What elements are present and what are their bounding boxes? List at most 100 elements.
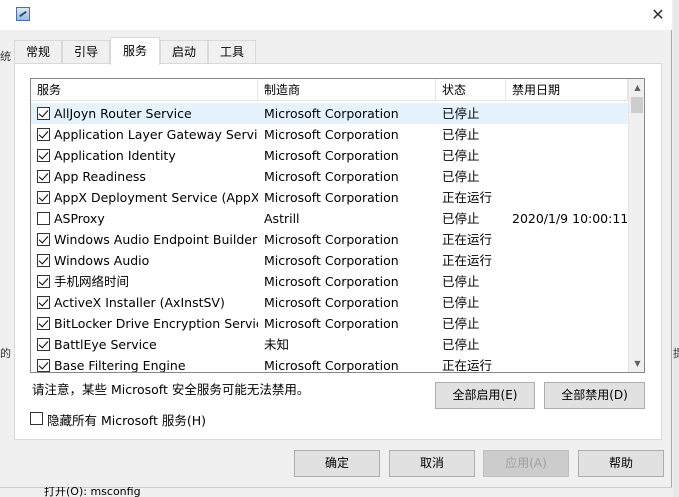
- service-status: 已停止: [442, 316, 480, 331]
- table-row[interactable]: ActiveX Installer (AxInstSV) Microsoft Co…: [31, 292, 628, 313]
- scroll-thumb[interactable]: [631, 97, 643, 113]
- close-icon[interactable]: ✕: [646, 4, 670, 26]
- service-name: Application Layer Gateway Service: [54, 127, 258, 142]
- service-disabled-date: [512, 313, 628, 334]
- security-note: 请注意，某些 Microsoft 安全服务可能无法禁用。: [32, 382, 310, 397]
- table-row[interactable]: Windows Audio Microsoft Corporation 正在运行: [31, 250, 628, 271]
- service-disabled-date: [512, 334, 628, 355]
- service-manufacturer: Microsoft Corporation: [264, 295, 399, 310]
- enable-all-button[interactable]: 全部启用(E): [435, 382, 535, 409]
- service-checkbox[interactable]: [37, 128, 50, 141]
- service-name: 手机网络时间: [54, 274, 130, 289]
- table-row[interactable]: BattlEye Service 未知 已停止: [31, 334, 628, 355]
- msconfig-app-icon: [16, 7, 30, 21]
- service-status: 正在运行: [442, 358, 493, 373]
- service-name: BitLocker Drive Encryption Service: [54, 316, 258, 331]
- service-manufacturer: Microsoft Corporation: [264, 253, 399, 268]
- service-disabled-date: [512, 124, 628, 145]
- service-checkbox[interactable]: [37, 317, 50, 330]
- ok-button[interactable]: 确定: [294, 450, 380, 477]
- service-status: 已停止: [442, 148, 480, 163]
- column-header-manufacturer[interactable]: 制造商: [258, 79, 436, 101]
- apply-button[interactable]: 应用(A): [483, 450, 569, 477]
- hide-ms-services-label[interactable]: 隐藏所有 Microsoft 服务(H): [47, 410, 206, 429]
- service-status: 已停止: [442, 274, 480, 289]
- table-row[interactable]: BitLocker Drive Encryption Service Micros…: [31, 313, 628, 334]
- service-name: Application Identity: [54, 148, 176, 163]
- service-checkbox[interactable]: [37, 359, 50, 372]
- service-checkbox[interactable]: [37, 275, 50, 288]
- service-status: 正在运行: [442, 253, 493, 268]
- tab-startup[interactable]: 启动: [160, 40, 208, 64]
- service-manufacturer: Microsoft Corporation: [264, 127, 399, 142]
- scroll-down-icon[interactable]: ▼: [629, 355, 644, 372]
- tab-boot[interactable]: 引导: [62, 40, 110, 64]
- service-name: ASProxy: [54, 211, 105, 226]
- service-disabled-date: [512, 229, 628, 250]
- service-name: ActiveX Installer (AxInstSV): [54, 295, 225, 310]
- column-header-status[interactable]: 状态: [436, 79, 506, 101]
- service-name: Base Filtering Engine: [54, 358, 186, 373]
- service-status: 正在运行: [442, 190, 493, 205]
- tab-general[interactable]: 常规: [14, 40, 62, 64]
- service-disabled-date: [512, 166, 628, 187]
- title-bar: ✕: [0, 0, 672, 30]
- table-row[interactable]: ASProxy Astrill 已停止 2020/1/9 10:00:11: [31, 208, 628, 229]
- table-row[interactable]: Base Filtering Engine Microsoft Corporati…: [31, 355, 628, 373]
- service-checkbox[interactable]: [37, 107, 50, 120]
- service-status: 已停止: [442, 106, 480, 121]
- service-disabled-date: [512, 292, 628, 313]
- left-edge-fragment: 的: [0, 347, 11, 360]
- service-manufacturer: Microsoft Corporation: [264, 169, 399, 184]
- service-manufacturer: Microsoft Corporation: [264, 274, 399, 289]
- service-manufacturer: Microsoft Corporation: [264, 358, 399, 373]
- help-button[interactable]: 帮助: [578, 450, 664, 477]
- cancel-button[interactable]: 取消: [389, 450, 475, 477]
- disable-all-button[interactable]: 全部禁用(D): [544, 382, 645, 409]
- service-checkbox[interactable]: [37, 212, 50, 225]
- service-disabled-date: [512, 250, 628, 271]
- hide-ms-services-checkbox[interactable]: [30, 412, 43, 425]
- column-header-disabled-date[interactable]: 禁用日期: [506, 79, 628, 101]
- service-status: 已停止: [442, 169, 480, 184]
- service-disabled-date: 2020/1/9 10:00:11: [512, 211, 628, 226]
- service-status: 已停止: [442, 127, 480, 142]
- service-status: 已停止: [442, 295, 480, 310]
- service-status: 正在运行: [442, 232, 493, 247]
- table-row[interactable]: AllJoyn Router Service Microsoft Corporat…: [31, 103, 628, 124]
- table-row[interactable]: AppX Deployment Service (AppX... Microsof…: [31, 187, 628, 208]
- service-manufacturer: Microsoft Corporation: [264, 148, 399, 163]
- service-disabled-date: [512, 355, 628, 372]
- list-header: 服务 制造商 状态 禁用日期: [31, 79, 628, 101]
- service-name: BattlEye Service: [54, 337, 157, 352]
- service-checkbox[interactable]: [37, 338, 50, 351]
- table-row[interactable]: App Readiness Microsoft Corporation 已停止: [31, 166, 628, 187]
- service-status: 已停止: [442, 211, 480, 226]
- service-manufacturer: Microsoft Corporation: [264, 190, 399, 205]
- service-checkbox[interactable]: [37, 170, 50, 183]
- service-disabled-date: [512, 103, 628, 124]
- table-row[interactable]: Application Layer Gateway Service Microso…: [31, 124, 628, 145]
- service-manufacturer: 未知: [264, 337, 290, 352]
- service-manufacturer: Microsoft Corporation: [264, 316, 399, 331]
- service-checkbox[interactable]: [37, 149, 50, 162]
- vertical-scrollbar[interactable]: ▲ ▼: [628, 79, 644, 372]
- service-disabled-date: [512, 271, 628, 292]
- service-checkbox[interactable]: [37, 233, 50, 246]
- service-manufacturer: Astrill: [264, 211, 300, 226]
- tab-tools[interactable]: 工具: [208, 40, 256, 64]
- service-checkbox[interactable]: [37, 191, 50, 204]
- table-row[interactable]: Windows Audio Endpoint Builder Microsoft …: [31, 229, 628, 250]
- table-row[interactable]: 手机网络时间 Microsoft Corporation 已停止: [31, 271, 628, 292]
- service-checkbox[interactable]: [37, 296, 50, 309]
- column-header-service[interactable]: 服务: [31, 79, 258, 101]
- scroll-up-icon[interactable]: ▲: [629, 79, 644, 96]
- table-row[interactable]: Application Identity Microsoft Corporatio…: [31, 145, 628, 166]
- service-name: AppX Deployment Service (AppX...: [54, 190, 258, 205]
- system-configuration-window: ✕ 统 的 常规 引导 服务 启动 工具 服务 制造商 状态 禁用日期 AllJ…: [0, 0, 672, 497]
- service-manufacturer: Microsoft Corporation: [264, 232, 399, 247]
- services-list[interactable]: 服务 制造商 状态 禁用日期 AllJoyn Router Service Mic…: [30, 78, 645, 373]
- service-disabled-date: [512, 145, 628, 166]
- service-checkbox[interactable]: [37, 254, 50, 267]
- tab-services[interactable]: 服务: [110, 37, 160, 65]
